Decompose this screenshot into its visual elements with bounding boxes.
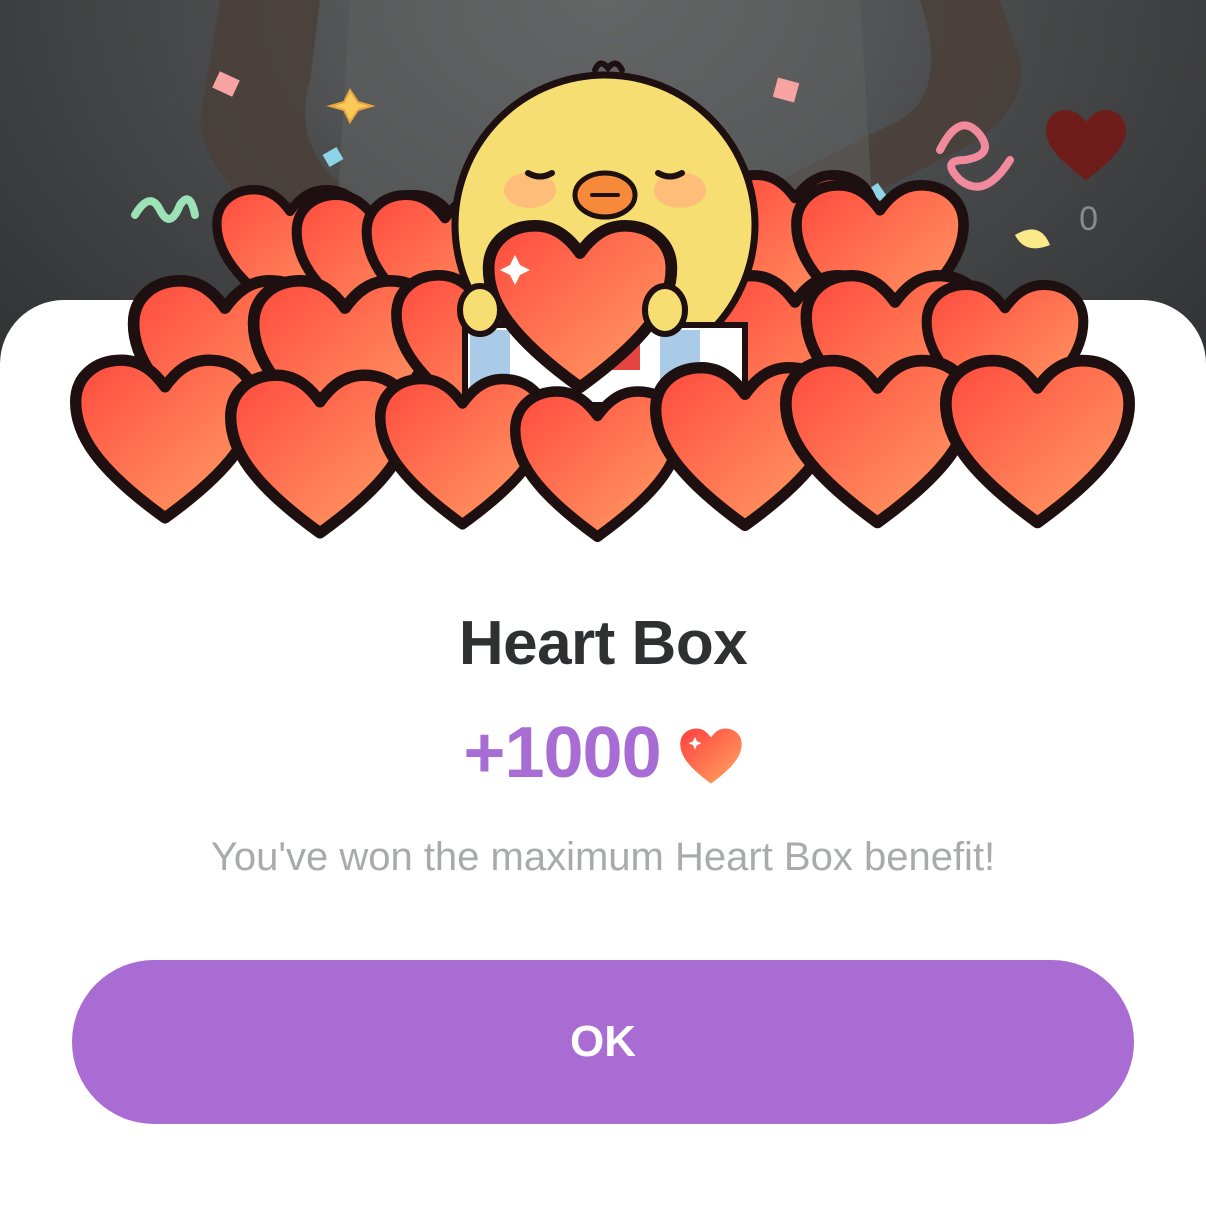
heart-icon [679,728,742,784]
ok-button[interactable]: OK [72,960,1134,1124]
reward-amount-row: +1000 [0,712,1206,794]
chick-with-hearts-illustration [60,60,1150,560]
dialog-title: Heart Box [458,609,748,678]
reward-amount: +1000 [463,713,661,793]
reward-message: You've won the maximum Heart Box benefit… [210,835,996,879]
